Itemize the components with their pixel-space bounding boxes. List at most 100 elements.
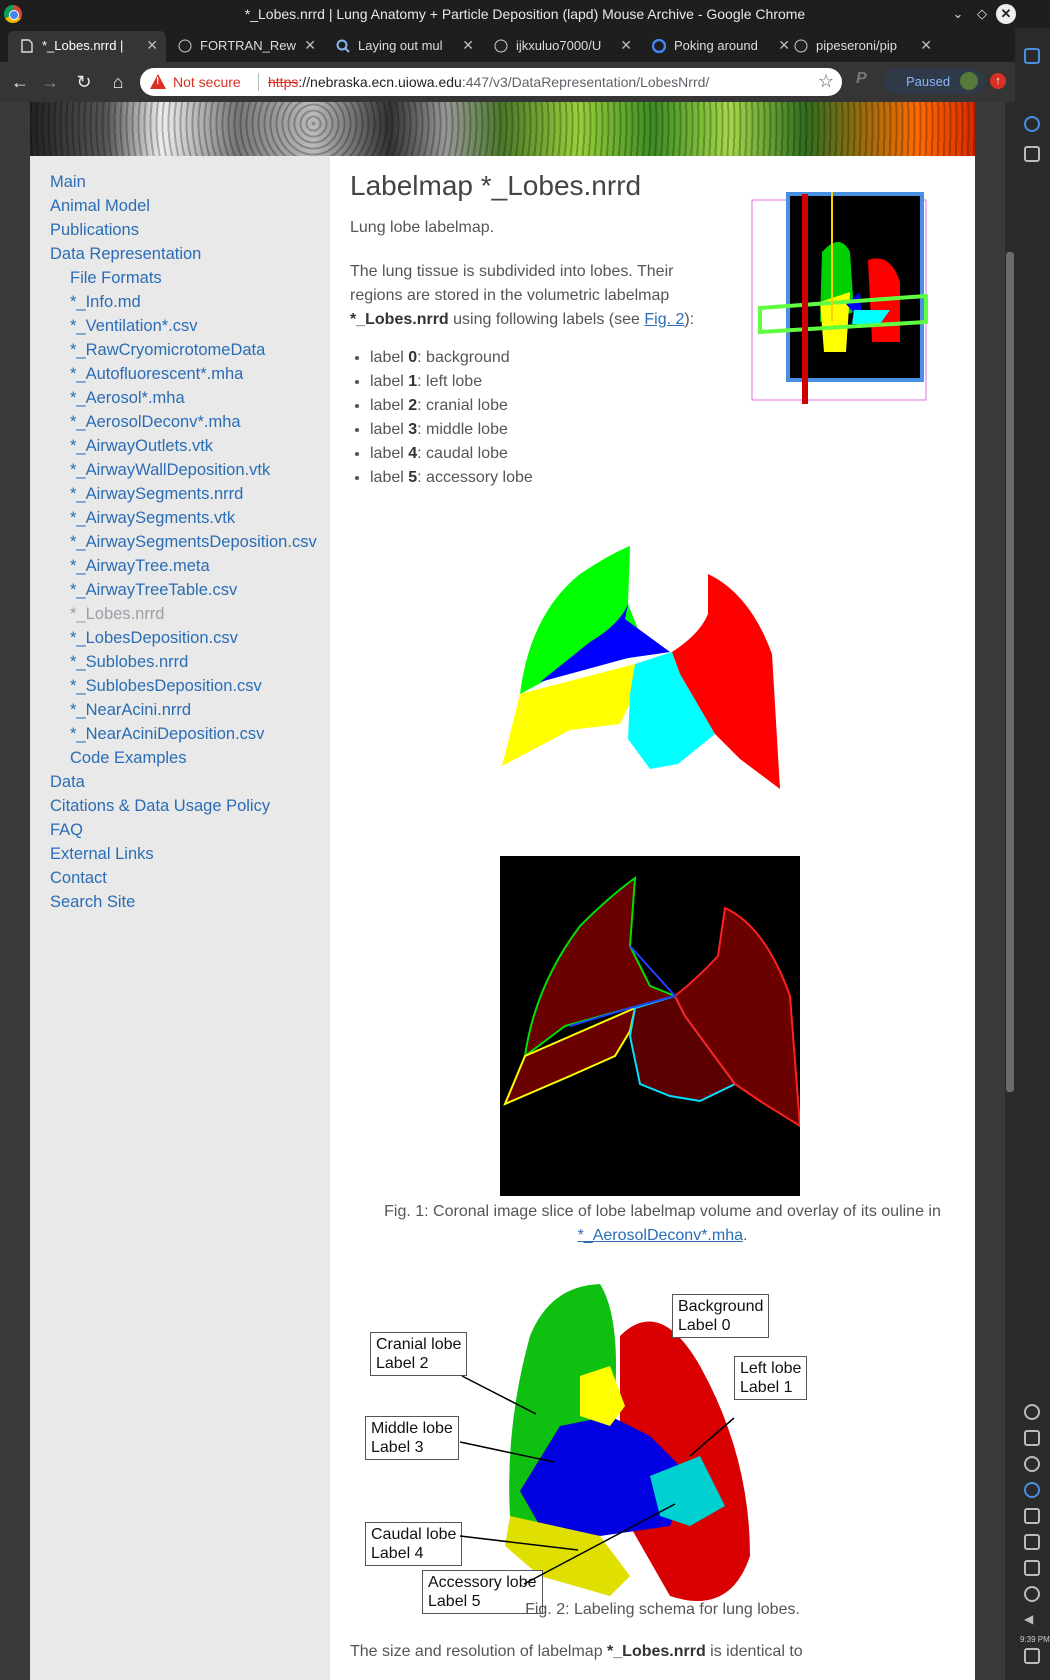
close-window-button[interactable]: ✕ <box>996 4 1016 24</box>
description-line-3: *_Lobes.nrrd using following labels (see… <box>350 308 694 332</box>
sidebar-item[interactable]: External Links <box>50 842 330 866</box>
label-number: 0 <box>408 349 418 366</box>
image-icon[interactable] <box>1024 1430 1040 1446</box>
chevron-down-icon[interactable]: ⌄ <box>948 4 968 24</box>
label-number: 3 <box>408 421 418 438</box>
label-prefix: label <box>370 373 409 390</box>
avatar <box>960 72 978 90</box>
sidebar-item[interactable]: Contact <box>50 866 330 890</box>
scrollbar-thumb[interactable] <box>1006 252 1014 1092</box>
tab-poking-around[interactable]: Poking around ✕ <box>640 31 798 62</box>
sidebar-item[interactable]: *_AirwaySegments.nrrd <box>50 482 330 506</box>
lock-icon[interactable] <box>1024 1560 1040 1576</box>
sidebar-item[interactable]: Data Representation <box>50 242 330 266</box>
description-line-1: The lung tissue is subdivided into lobes… <box>350 263 674 280</box>
remote-icon[interactable] <box>1024 1482 1040 1498</box>
label-name: : middle lobe <box>417 421 508 438</box>
desktop-icon[interactable] <box>1024 1648 1040 1664</box>
sidebar-item[interactable]: *_LobesDeposition.csv <box>50 626 330 650</box>
sidebar-item[interactable]: *_AirwaySegments.vtk <box>50 506 330 530</box>
tab-label: ijkxuluo7000/U <box>516 38 602 53</box>
main-article: Labelmap *_Lobes.nrrd Lung lobe labelmap… <box>350 156 975 1680</box>
omnibox-divider <box>258 73 259 91</box>
reload-button[interactable]: ↻ <box>72 70 96 94</box>
tab-pipeseroni[interactable]: pipeseroni/pip ✕ <box>782 31 940 62</box>
url-text[interactable]: https://nebraska.ecn.uiowa.edu:447/v3/Da… <box>268 74 709 90</box>
sidebar-item[interactable]: *_AirwaySegmentsDeposition.csv <box>50 530 330 554</box>
sidebar-item[interactable]: FAQ <box>50 818 330 842</box>
chrome-app-icon[interactable] <box>1024 48 1040 64</box>
page-scrollbar[interactable] <box>1005 102 1015 1680</box>
home-button[interactable]: ⌂ <box>106 70 130 94</box>
sidebar-item[interactable]: *_AirwayTreeTable.csv <box>50 578 330 602</box>
accessibility-icon[interactable] <box>1024 1404 1040 1420</box>
sidebar-item[interactable]: *_Autofluorescent*.mha <box>50 362 330 386</box>
github-icon <box>178 39 192 53</box>
fig1-caption-link-line: *_AerosolDeconv*.mha. <box>350 1224 975 1248</box>
sidebar-item[interactable]: Animal Model <box>50 194 330 218</box>
teamviewer-icon[interactable] <box>1024 116 1040 132</box>
sidebar-item[interactable]: *_Ventilation*.csv <box>50 314 330 338</box>
fig2-link[interactable]: Fig. 2 <box>644 311 684 328</box>
volume-icon[interactable] <box>1024 1586 1040 1602</box>
chevron-left-icon[interactable]: ◀ <box>1024 1612 1040 1628</box>
sidebar-item[interactable]: Publications <box>50 218 330 242</box>
callout-arrows <box>459 1375 735 1585</box>
tab-ijkxuluo[interactable]: ijkxuluo7000/U ✕ <box>482 31 640 62</box>
close-tab-icon[interactable]: ✕ <box>920 37 932 54</box>
aerosol-deconv-link[interactable]: *_AerosolDeconv*.mha <box>578 1227 743 1244</box>
url-host: ://nebraska.ecn.uiowa.edu <box>298 74 462 90</box>
sidebar-item[interactable]: *_Sublobes.nrrd <box>50 650 330 674</box>
display-icon[interactable] <box>1024 1534 1040 1550</box>
forward-button[interactable]: → <box>38 70 62 94</box>
sidebar-item[interactable]: *_AerosolDeconv*.mha <box>50 410 330 434</box>
url-path: :447/v3/DataRepresentation/LobesNrrd/ <box>461 74 710 90</box>
sidebar-item[interactable]: Search Site <box>50 890 330 914</box>
sidebar-item[interactable]: *_AirwayOutlets.vtk <box>50 434 330 458</box>
sidebar-item[interactable]: *_AirwayTree.meta <box>50 554 330 578</box>
sidebar-item[interactable]: *_RawCryomicrotomeData <box>50 338 330 362</box>
not-secure-label[interactable]: Not secure <box>173 74 241 90</box>
tab-lobes[interactable]: *_Lobes.nrrd | ✕ <box>8 31 166 62</box>
tab-laying-out[interactable]: Laying out mul ✕ <box>324 31 482 62</box>
address-bar[interactable]: Not secure https://nebraska.ecn.uiowa.ed… <box>140 68 842 96</box>
tab-label: *_Lobes.nrrd | <box>42 38 124 53</box>
sidebar-item[interactable]: Data <box>50 770 330 794</box>
label-prefix: label <box>370 397 409 414</box>
description-text: using following labels (see <box>448 311 645 328</box>
update-menu-icon[interactable]: ↑ <box>990 73 1006 89</box>
label-name: : left lobe <box>417 373 483 390</box>
profile-button[interactable]: Paused <box>884 68 984 94</box>
side-panel: ◀ <box>1015 28 1050 1680</box>
sidebar-item[interactable]: Citations & Data Usage Policy <box>50 794 330 818</box>
settings-icon[interactable] <box>1024 1456 1040 1472</box>
tab-strip: *_Lobes.nrrd | ✕ FORTRAN_Rew ✕ Laying ou… <box>0 28 1015 84</box>
sidebar-item[interactable]: *_NearAcini.nrrd <box>50 698 330 722</box>
bookmark-star-icon[interactable]: ☆ <box>818 71 834 92</box>
close-tab-icon[interactable]: ✕ <box>146 37 158 54</box>
sidebar-item[interactable]: *_SublobesDeposition.csv <box>50 674 330 698</box>
page-viewport[interactable]: Main Animal Model Publications Data Represe… <box>0 102 1005 1680</box>
label-list-item: label 5: accessory lobe <box>370 466 533 490</box>
close-tab-icon[interactable]: ✕ <box>462 37 474 54</box>
extension-p-icon[interactable]: P <box>856 70 867 88</box>
sidebar-item[interactable]: File Formats <box>50 266 330 290</box>
tab-fortran[interactable]: FORTRAN_Rew ✕ <box>166 31 324 62</box>
sidebar-item[interactable]: *_NearAciniDeposition.csv <box>50 722 330 746</box>
clipboard-icon[interactable] <box>1024 1508 1040 1524</box>
sidebar-item[interactable]: *_AirwayWallDeposition.vtk <box>50 458 330 482</box>
sidebar-item[interactable]: Main <box>50 170 330 194</box>
back-button[interactable]: ← <box>8 70 32 94</box>
sidebar-item[interactable]: *_Lobes.nrrd <box>50 602 330 626</box>
restore-icon[interactable]: ◇ <box>972 4 992 24</box>
sidebar-item[interactable]: Code Examples <box>50 746 330 770</box>
trailing-paragraph: The size and resolution of labelmap *_Lo… <box>350 1640 803 1664</box>
label-number: 5 <box>408 469 418 486</box>
close-tab-icon[interactable]: ✕ <box>620 37 632 54</box>
close-tab-icon[interactable]: ✕ <box>304 37 316 54</box>
label-number: 1 <box>408 373 418 390</box>
sidebar-item[interactable]: *_Aerosol*.mha <box>50 386 330 410</box>
label-list-item: label 1: left lobe <box>370 370 533 394</box>
terminal-icon[interactable] <box>1024 146 1040 162</box>
sidebar-item[interactable]: *_Info.md <box>50 290 330 314</box>
